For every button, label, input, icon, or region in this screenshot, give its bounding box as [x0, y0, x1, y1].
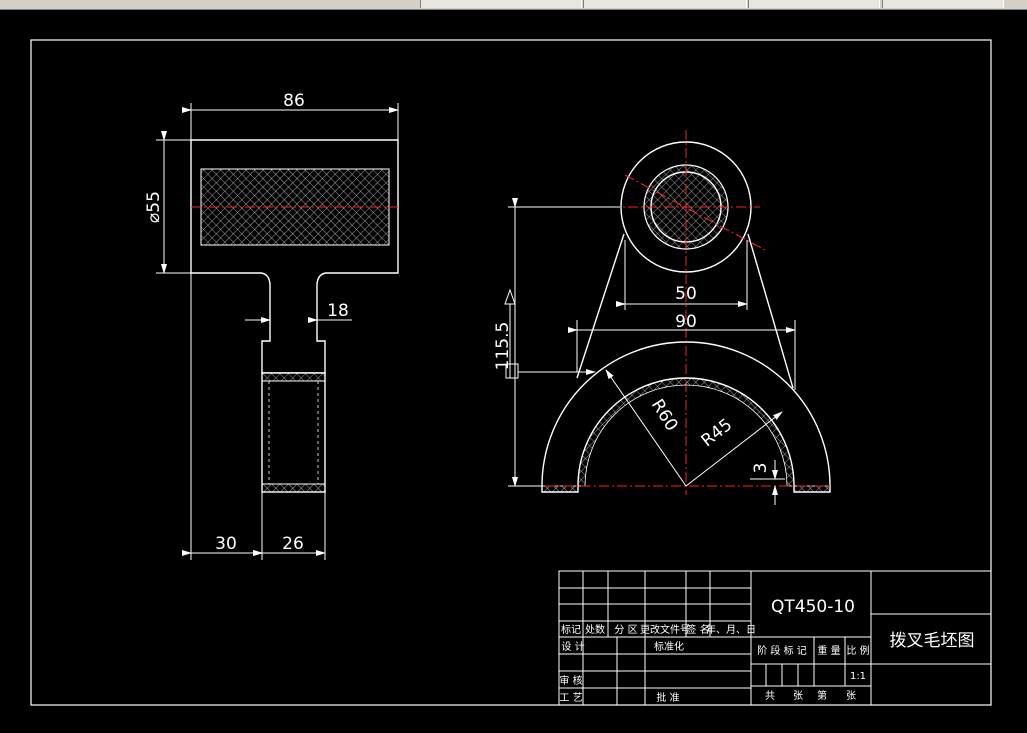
tb-change-doc: 更改文件号: [640, 623, 690, 636]
section-view: [190, 139, 399, 493]
layout-tab-4[interactable]: [882, 0, 1004, 8]
material-label: QT450-10: [771, 597, 855, 617]
tb-mark: 标记: [561, 624, 581, 636]
dim-50: 50: [675, 284, 697, 304]
tb-design: 设 计: [561, 640, 584, 653]
dim-18: 18: [327, 301, 349, 321]
tb-total: 共: [765, 690, 775, 702]
dim-r60: R60: [647, 396, 682, 435]
layout-tab-1[interactable]: [420, 0, 582, 8]
dim-26: 26: [282, 534, 304, 554]
dim-86: 86: [283, 91, 305, 111]
cad-toolbar: [0, 0, 1027, 10]
tb-approve: 批 准: [656, 691, 679, 704]
dimensions-right: 115.5 50 90 R60 R45 3: [493, 198, 796, 505]
tb-process: 工 艺: [559, 692, 582, 704]
dim-90: 90: [675, 312, 697, 332]
tb-sheet-no: 第: [817, 689, 827, 702]
tb-scale: 比 例: [846, 644, 869, 657]
tb-zone: 分 区: [614, 624, 637, 636]
tb-date: 年、月、日: [706, 623, 756, 636]
dim-3: 3: [751, 463, 771, 474]
layout-tab-2[interactable]: [583, 0, 747, 8]
tb-scale-value: 1:1: [850, 671, 866, 682]
dim-r45: R45: [698, 415, 737, 451]
tb-standardize: 标准化: [654, 640, 684, 653]
tb-review: 审 核: [559, 674, 582, 687]
tb-sheet: 张: [846, 690, 856, 702]
tb-weight: 重 量: [817, 644, 840, 657]
drawing-canvas[interactable]: 86 ⌀55 18 30 26 115.5 50 90 R60 R45 3 QT…: [0, 10, 1027, 733]
tb-sheets: 张: [793, 690, 803, 702]
tb-count: 处数: [585, 623, 605, 636]
dim-30: 30: [215, 534, 237, 554]
dim-diameter-55: ⌀55: [144, 191, 164, 223]
drawing-title: 拨叉毛坯图: [890, 631, 975, 651]
tb-stage-mark: 阶 段 标 记: [757, 644, 807, 657]
layout-tab-3[interactable]: [748, 0, 880, 8]
